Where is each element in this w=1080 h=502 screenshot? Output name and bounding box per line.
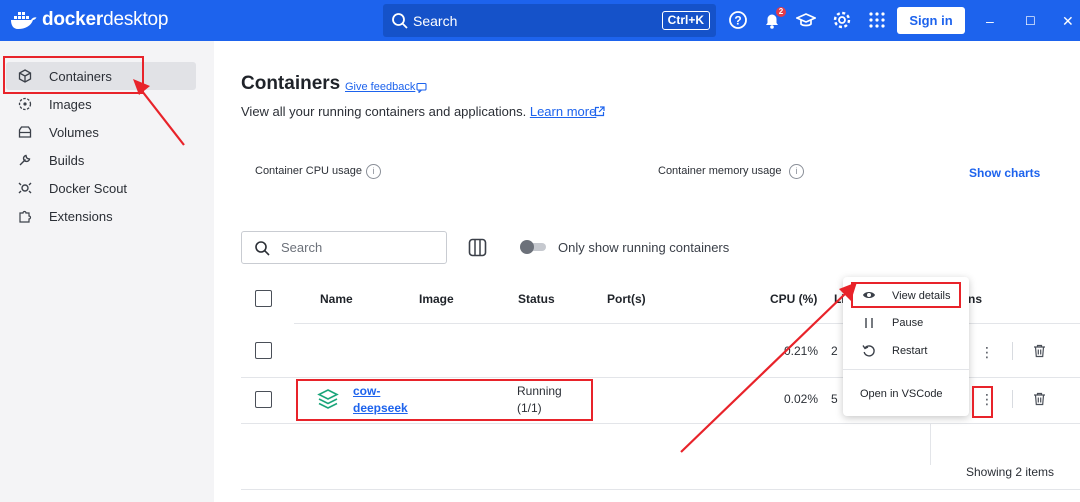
- images-icon: [18, 97, 32, 111]
- column-header-cpu[interactable]: CPU (%): [770, 292, 817, 306]
- menu-item-restart[interactable]: Restart: [843, 338, 969, 364]
- feedback-icon[interactable]: [416, 82, 427, 93]
- global-search-label: Search: [413, 12, 458, 29]
- annotation-box-kebab: [972, 386, 993, 418]
- search-placeholder: Search: [281, 240, 323, 255]
- page-title: Containers: [241, 73, 341, 94]
- divider: [241, 489, 1080, 490]
- toggle-knob: [520, 240, 534, 254]
- container-search-input[interactable]: Search: [241, 231, 447, 264]
- sidebar-item-images[interactable]: Images: [6, 90, 196, 118]
- external-link-icon[interactable]: [594, 106, 605, 117]
- pause-icon: [865, 318, 873, 328]
- info-icon[interactable]: i: [366, 164, 381, 179]
- menu-item-label: Restart: [892, 345, 928, 357]
- cpu-cell: 0.02%: [784, 392, 819, 406]
- column-header-image[interactable]: Image: [419, 292, 454, 306]
- sidebar-item-volumes[interactable]: Volumes: [6, 118, 196, 146]
- sidebar-item-label: Volumes: [49, 124, 99, 140]
- brand-bold: docker: [42, 9, 104, 30]
- select-all-checkbox[interactable]: [255, 290, 272, 307]
- annotation-box-containers: [3, 56, 144, 94]
- top-bar: dockerdesktop Search Ctrl+K ? 2 Sign in …: [0, 0, 1080, 41]
- row-checkbox[interactable]: [255, 342, 272, 359]
- annotation-box-view-details: [851, 282, 961, 308]
- column-header-ports[interactable]: Port(s): [607, 292, 646, 306]
- search-icon: [392, 12, 408, 29]
- scout-icon: [18, 182, 32, 194]
- menu-item-pause[interactable]: Pause: [843, 310, 969, 336]
- divider: [1012, 390, 1013, 408]
- svg-text:?: ?: [734, 14, 741, 28]
- cpu-cell: 0.21%: [784, 344, 819, 358]
- columns-icon[interactable]: [468, 238, 487, 257]
- info-icon[interactable]: i: [789, 164, 804, 179]
- sign-in-button[interactable]: Sign in: [897, 7, 965, 34]
- annotation-box-container-row: [296, 379, 593, 421]
- sidebar-item-label: Builds: [49, 152, 85, 168]
- sidebar-item-builds[interactable]: Builds: [6, 146, 196, 174]
- sidebar-item-label: Images: [49, 96, 92, 112]
- cpu-usage-label: Container CPU usage: [255, 165, 363, 177]
- shortcut-badge: Ctrl+K: [661, 11, 710, 30]
- show-charts-button[interactable]: Show charts: [969, 166, 1040, 180]
- last-started-cell: 5: [831, 392, 838, 406]
- minimize-button[interactable]: –: [986, 13, 994, 29]
- sidebar-item-extensions[interactable]: Extensions: [6, 202, 196, 230]
- give-feedback-link[interactable]: Give feedback: [345, 81, 415, 93]
- annotation-arrow-line: [680, 292, 847, 453]
- kebab-menu-icon[interactable]: ⋮: [980, 345, 994, 359]
- menu-divider: [843, 369, 969, 370]
- running-only-label: Only show running containers: [558, 240, 730, 255]
- trash-icon[interactable]: [1033, 344, 1046, 358]
- close-button[interactable]: ✕: [1062, 13, 1074, 30]
- maximize-button[interactable]: ☐: [1025, 14, 1036, 28]
- docker-logo: dockerdesktop: [10, 8, 168, 32]
- learn-more-link[interactable]: Learn more: [530, 104, 596, 119]
- search-icon: [255, 241, 270, 256]
- menu-item-label: Pause: [892, 317, 924, 329]
- help-icon[interactable]: ?: [728, 10, 748, 30]
- column-header-name[interactable]: Name: [320, 292, 353, 306]
- row-checkbox[interactable]: [255, 391, 272, 408]
- last-started-cell: 2: [831, 344, 838, 358]
- sidebar-item-docker-scout[interactable]: Docker Scout: [6, 174, 196, 202]
- sidebar-item-label: Docker Scout: [49, 180, 128, 196]
- divider: [1012, 342, 1013, 360]
- sidebar-item-label: Extensions: [49, 208, 113, 224]
- trash-icon[interactable]: [1033, 392, 1046, 406]
- notification-badge: 2: [776, 7, 786, 17]
- memory-usage-label: Container memory usage: [658, 165, 782, 177]
- whale-icon: [11, 12, 37, 29]
- restart-icon: [862, 345, 875, 357]
- apps-grid-icon[interactable]: [867, 10, 887, 30]
- menu-item-open-in-vscode[interactable]: Open in VSCode: [843, 381, 969, 407]
- item-count: Showing 2 items: [966, 465, 1055, 479]
- wrench-icon: [19, 154, 31, 166]
- volumes-icon: [18, 126, 32, 138]
- column-header-actions: ns: [968, 292, 983, 306]
- brand-name: dockerdesktop: [42, 9, 168, 31]
- running-only-toggle[interactable]: [520, 240, 546, 254]
- divider: [241, 423, 1080, 424]
- page-subtitle: View all your running containers and app…: [241, 104, 596, 119]
- sidebar: Containers Images Volumes Builds Docker …: [0, 41, 214, 502]
- global-search[interactable]: Search Ctrl+K: [383, 4, 716, 37]
- divider: [930, 423, 931, 465]
- column-header-status[interactable]: Status: [518, 292, 555, 306]
- puzzle-icon: [19, 210, 32, 223]
- gear-icon[interactable]: [832, 10, 852, 30]
- menu-item-label: Open in VSCode: [860, 388, 943, 400]
- subtitle-text: View all your running containers and app…: [241, 104, 527, 119]
- learning-center-icon[interactable]: [796, 10, 816, 30]
- brand-light: desktop: [103, 9, 169, 30]
